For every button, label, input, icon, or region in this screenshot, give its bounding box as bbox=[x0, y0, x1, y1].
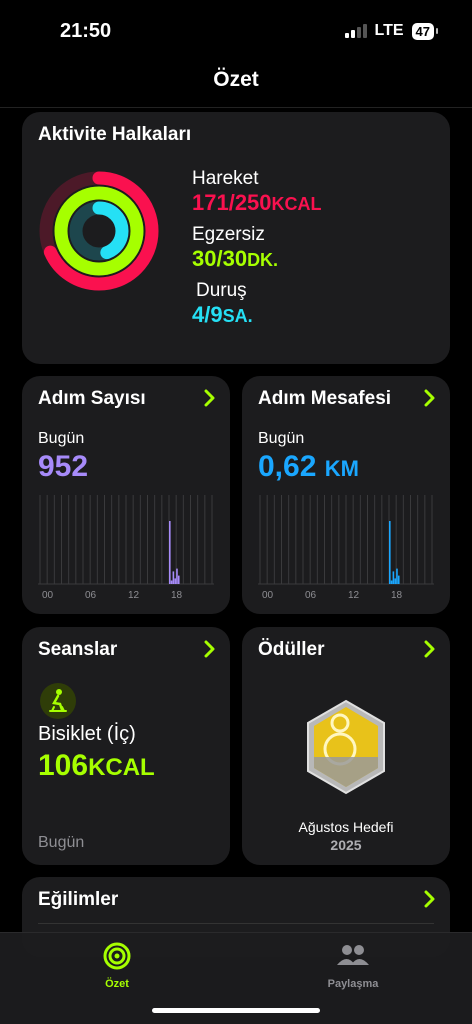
award-badge-icon bbox=[307, 699, 385, 795]
step-count-value: 952 bbox=[38, 450, 89, 483]
card-title: Ödüller bbox=[258, 639, 325, 660]
award-name: Ağustos Hedefi bbox=[298, 819, 394, 835]
chart-bar bbox=[396, 568, 398, 584]
page-title: Özet bbox=[213, 68, 259, 91]
nav-divider bbox=[0, 107, 472, 108]
chart-bar bbox=[170, 580, 173, 584]
chart-bar bbox=[172, 571, 175, 584]
today-label: Bugün bbox=[258, 430, 305, 447]
workout-date: Bugün bbox=[38, 834, 85, 851]
chart-tick-label: 06 bbox=[305, 590, 317, 601]
stand-value: 4/9SA. bbox=[192, 302, 253, 327]
indoor-cycle-icon bbox=[40, 683, 76, 719]
step-distance-chart: 00 06 12 18 bbox=[258, 495, 434, 601]
chart-bar bbox=[169, 521, 171, 584]
battery-icon: 47 bbox=[411, 22, 439, 40]
award-year: 2025 bbox=[330, 837, 362, 853]
exercise-label: Egzersiz bbox=[192, 224, 265, 245]
tab-label: Paylaşma bbox=[327, 978, 379, 990]
home-indicator bbox=[152, 1008, 320, 1013]
chart-bar bbox=[389, 521, 391, 584]
activity-rings-card[interactable]: Aktivite Halkaları Hareket 171/250KCAL E… bbox=[22, 112, 450, 364]
tab-label: Özet bbox=[105, 978, 129, 990]
chart-bar bbox=[177, 575, 180, 584]
chart-bar bbox=[390, 580, 393, 584]
workout-value: 106KCAL bbox=[38, 749, 155, 782]
card-title: Adım Mesafesi bbox=[258, 388, 392, 409]
chart-bar bbox=[394, 578, 396, 584]
awards-card[interactable]: Ödüller Ağustos Hedefi 2025 bbox=[242, 627, 450, 865]
move-label: Hareket bbox=[192, 168, 259, 189]
step-count-chart: 00 06 12 18 bbox=[38, 495, 214, 601]
stand-label: Duruş bbox=[196, 280, 247, 301]
chevron-right-icon bbox=[424, 890, 435, 908]
move-value: 171/250KCAL bbox=[192, 190, 322, 215]
card-title: Seanslar bbox=[38, 639, 118, 660]
chart-tick-label: 00 bbox=[42, 590, 54, 601]
tab-summary[interactable]: Özet bbox=[72, 941, 162, 990]
people-icon bbox=[337, 945, 369, 965]
step-distance-value: 0,62 KM bbox=[258, 450, 359, 483]
divider bbox=[38, 923, 434, 924]
network-label: LTE bbox=[374, 22, 404, 39]
activity-rings-icon bbox=[39, 171, 159, 291]
chart-bar bbox=[176, 568, 178, 584]
chart-tick-label: 06 bbox=[85, 590, 97, 601]
chart-tick-label: 12 bbox=[348, 590, 360, 601]
sessions-card[interactable]: Seanslar Bisiklet (İç) 106KCAL Bugün bbox=[22, 627, 230, 865]
exercise-value: 30/30DK. bbox=[192, 246, 279, 271]
status-indicators: LTE 47 bbox=[344, 22, 439, 40]
chevron-right-icon bbox=[424, 640, 435, 658]
chart-tick-label: 18 bbox=[391, 590, 403, 601]
chevron-right-icon bbox=[424, 389, 435, 407]
chart-tick-label: 00 bbox=[262, 590, 274, 601]
chart-bar bbox=[392, 571, 395, 584]
chart-bar bbox=[397, 575, 400, 584]
step-distance-card[interactable]: Adım Mesafesi Bugün 0,62 KM 00 06 12 18 bbox=[242, 376, 450, 614]
activity-stats: Hareket 171/250KCAL Egzersiz 30/30DK. Du… bbox=[192, 168, 322, 336]
chart-bar bbox=[174, 578, 176, 584]
workout-name: Bisiklet (İç) bbox=[38, 723, 136, 745]
tab-sharing[interactable]: Paylaşma bbox=[308, 941, 398, 990]
signal-icon bbox=[344, 24, 367, 38]
card-title: Aktivite Halkaları bbox=[38, 124, 192, 145]
activity-rings-icon bbox=[103, 942, 131, 970]
chevron-right-icon bbox=[204, 640, 215, 658]
card-title: Adım Sayısı bbox=[38, 388, 146, 409]
chart-tick-label: 18 bbox=[171, 590, 183, 601]
card-title: Eğilimler bbox=[38, 889, 119, 910]
chart-tick-label: 12 bbox=[128, 590, 140, 601]
step-count-card[interactable]: Adım Sayısı Bugün 952 00 06 12 18 bbox=[22, 376, 230, 614]
status-time: 21:50 bbox=[60, 20, 112, 42]
status-bar: 21:50 LTE 47 bbox=[0, 0, 472, 60]
chevron-right-icon bbox=[204, 389, 215, 407]
today-label: Bugün bbox=[38, 430, 85, 447]
